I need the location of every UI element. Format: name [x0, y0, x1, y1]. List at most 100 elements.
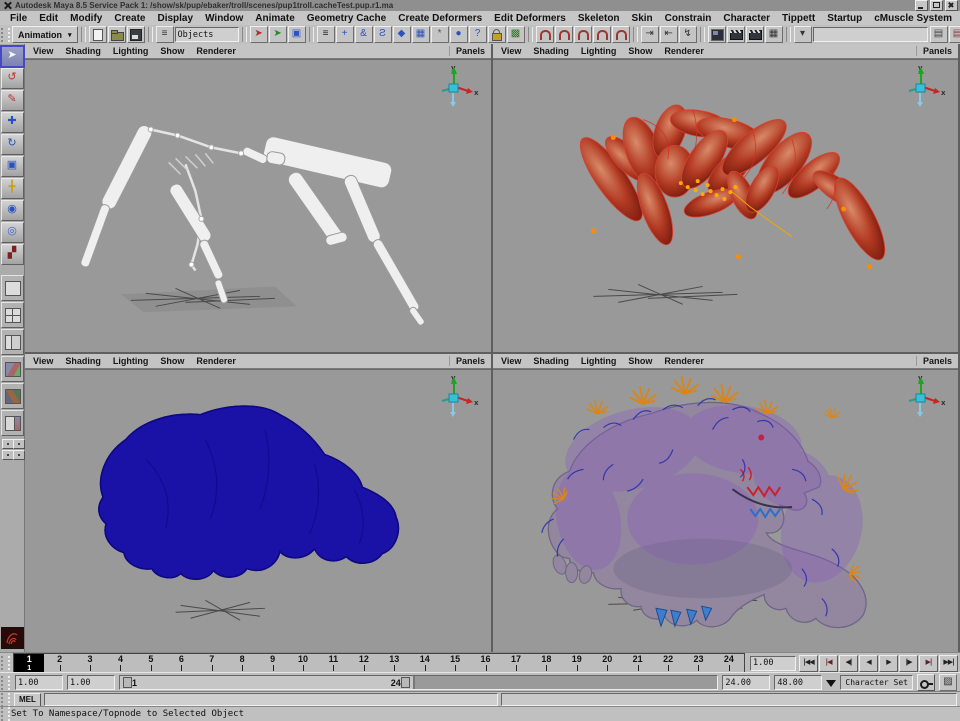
- auto-keyframe-toggle-icon[interactable]: [917, 674, 935, 691]
- timeline-frame-8[interactable]: 8: [227, 654, 257, 672]
- snap-to-planes-icon[interactable]: [593, 26, 611, 43]
- timeline-frame-11[interactable]: 11: [318, 654, 348, 672]
- menu-animate[interactable]: Animate: [249, 13, 300, 24]
- timeline-frame-1[interactable]: 1: [14, 654, 44, 672]
- menu-create-deformers[interactable]: Create Deformers: [392, 13, 488, 24]
- last-tool-used[interactable]: ▞: [1, 244, 24, 265]
- timeline-frame-18[interactable]: 18: [531, 654, 561, 672]
- step-back-one-frame-button[interactable]: ◀|: [839, 655, 858, 672]
- layout-four-pane-button[interactable]: [1, 302, 24, 328]
- cmuscle-plugin-icon[interactable]: [1, 627, 24, 649]
- animation-start-field[interactable]: [15, 675, 63, 690]
- viewport-menu-view[interactable]: View: [501, 356, 529, 366]
- ui-visibility-toggle-icon-2[interactable]: ▤: [949, 26, 960, 43]
- layout-single-pane-button[interactable]: [1, 275, 24, 301]
- viewport-menu-shading[interactable]: Shading: [65, 46, 109, 56]
- close-button[interactable]: [945, 0, 958, 11]
- soft-modification-tool[interactable]: ◉: [1, 200, 24, 221]
- animation-preferences-icon[interactable]: ▨: [939, 674, 957, 691]
- viewport-menu-view[interactable]: View: [501, 46, 529, 56]
- timeline-frame-24[interactable]: 24: [714, 654, 744, 672]
- lasso-select-tool[interactable]: ↺: [1, 68, 24, 89]
- viewport-menu-view[interactable]: View: [33, 46, 61, 56]
- selection-filter-icon[interactable]: ≡: [156, 26, 174, 43]
- skeleton-model[interactable]: [25, 60, 491, 352]
- open-scene-icon[interactable]: [108, 26, 126, 43]
- mesh-model[interactable]: [25, 370, 491, 652]
- menu-skeleton[interactable]: Skeleton: [572, 13, 626, 24]
- timeline-frame-16[interactable]: 16: [470, 654, 500, 672]
- highlight-selection-icon[interactable]: ▩: [507, 26, 525, 43]
- viewport-menu-lighting[interactable]: Lighting: [581, 356, 625, 366]
- timeline-frame-7[interactable]: 7: [197, 654, 227, 672]
- mask-handles-icon[interactable]: &: [355, 26, 373, 43]
- range-start-handle[interactable]: [123, 677, 132, 688]
- menu-skin[interactable]: Skin: [626, 13, 659, 24]
- command-input[interactable]: [44, 693, 498, 706]
- timeline-frame-20[interactable]: 20: [592, 654, 622, 672]
- viewport-menu-lighting[interactable]: Lighting: [113, 46, 157, 56]
- restore-button[interactable]: [930, 0, 943, 11]
- construction-history-icon[interactable]: ↯: [679, 26, 697, 43]
- troll-model[interactable]: [493, 370, 958, 652]
- menu-display[interactable]: Display: [151, 13, 199, 24]
- menu-modify[interactable]: Modify: [64, 13, 108, 24]
- menu-startup[interactable]: Startup: [821, 13, 868, 24]
- viewport-canvas-skeleton[interactable]: y x: [25, 59, 491, 352]
- select-by-object-icon[interactable]: ➤: [269, 26, 287, 43]
- step-back-one-key-button[interactable]: |◀: [819, 655, 838, 672]
- timeline-frame-23[interactable]: 23: [683, 654, 713, 672]
- layout-hypershade-persp-button[interactable]: [1, 383, 24, 409]
- menu-character[interactable]: Character: [717, 13, 776, 24]
- timeline-frame-9[interactable]: 9: [257, 654, 287, 672]
- make-live-icon[interactable]: [612, 26, 630, 43]
- viewport-canvas-troll[interactable]: y x: [493, 369, 958, 652]
- timeline-frame-13[interactable]: 13: [379, 654, 409, 672]
- timeline-frame-4[interactable]: 4: [105, 654, 135, 672]
- playback-end-field[interactable]: [722, 675, 770, 690]
- viewport-canvas-mesh[interactable]: y x: [25, 369, 491, 652]
- viewport-menu-shading[interactable]: Shading: [533, 356, 577, 366]
- render-settings-icon[interactable]: ▦: [765, 26, 783, 43]
- viewport-menu-renderer[interactable]: Renderer: [196, 356, 244, 366]
- mel-language-button[interactable]: MEL: [14, 693, 41, 707]
- mask-points-icon[interactable]: +: [336, 26, 354, 43]
- viewport-menu-panels[interactable]: Panels: [916, 46, 958, 56]
- render-current-frame-icon[interactable]: [727, 26, 745, 43]
- timeline-frame-10[interactable]: 10: [288, 654, 318, 672]
- move-tool[interactable]: ✚: [1, 112, 24, 133]
- help-line-grip[interactable]: [1, 707, 10, 721]
- mask-curves-icon[interactable]: Ƨ: [374, 26, 392, 43]
- viewport-menu-lighting[interactable]: Lighting: [113, 356, 157, 366]
- viewport-menu-renderer[interactable]: Renderer: [664, 46, 712, 56]
- snap-to-grids-icon[interactable]: [536, 26, 554, 43]
- timeline-frame-6[interactable]: 6: [166, 654, 196, 672]
- viewport-menu-panels[interactable]: Panels: [916, 356, 958, 366]
- layout-outliner-persp-button[interactable]: [1, 329, 24, 355]
- show-manipulator-tool[interactable]: ◎: [1, 222, 24, 243]
- timeline-frame-22[interactable]: 22: [653, 654, 683, 672]
- range-slider-bar[interactable]: 1 24: [120, 676, 415, 689]
- input-connections-icon[interactable]: ⇥: [641, 26, 659, 43]
- quick-select-field[interactable]: [813, 27, 928, 42]
- step-forward-one-frame-button[interactable]: |▶: [899, 655, 918, 672]
- menu-create[interactable]: Create: [108, 13, 151, 24]
- layout-persp-graph-button[interactable]: [1, 410, 24, 436]
- mask-menu-icon[interactable]: ≡: [317, 26, 335, 43]
- minimize-button[interactable]: [915, 0, 928, 11]
- command-line-grip[interactable]: [1, 693, 10, 707]
- select-by-component-icon[interactable]: ▣: [288, 26, 306, 43]
- viewport-canvas-muscles[interactable]: y x: [493, 59, 958, 352]
- timeline-frame-5[interactable]: 5: [136, 654, 166, 672]
- layout-persp-thumbnail-button[interactable]: [1, 356, 24, 382]
- rotate-tool[interactable]: ↻: [1, 134, 24, 155]
- play-forwards-button[interactable]: ▶: [879, 655, 898, 672]
- step-forward-one-key-button[interactable]: ▶|: [919, 655, 938, 672]
- timeline-frame-15[interactable]: 15: [440, 654, 470, 672]
- character-set-selector[interactable]: Character Set: [840, 675, 913, 690]
- timeline-frame-17[interactable]: 17: [501, 654, 531, 672]
- character-set-menu-icon[interactable]: [826, 680, 836, 692]
- mask-deformations-icon[interactable]: ▦: [412, 26, 430, 43]
- ui-visibility-toggle-icon-1[interactable]: ▤: [930, 26, 948, 43]
- quick-select-dropdown-icon[interactable]: ▾: [794, 26, 812, 43]
